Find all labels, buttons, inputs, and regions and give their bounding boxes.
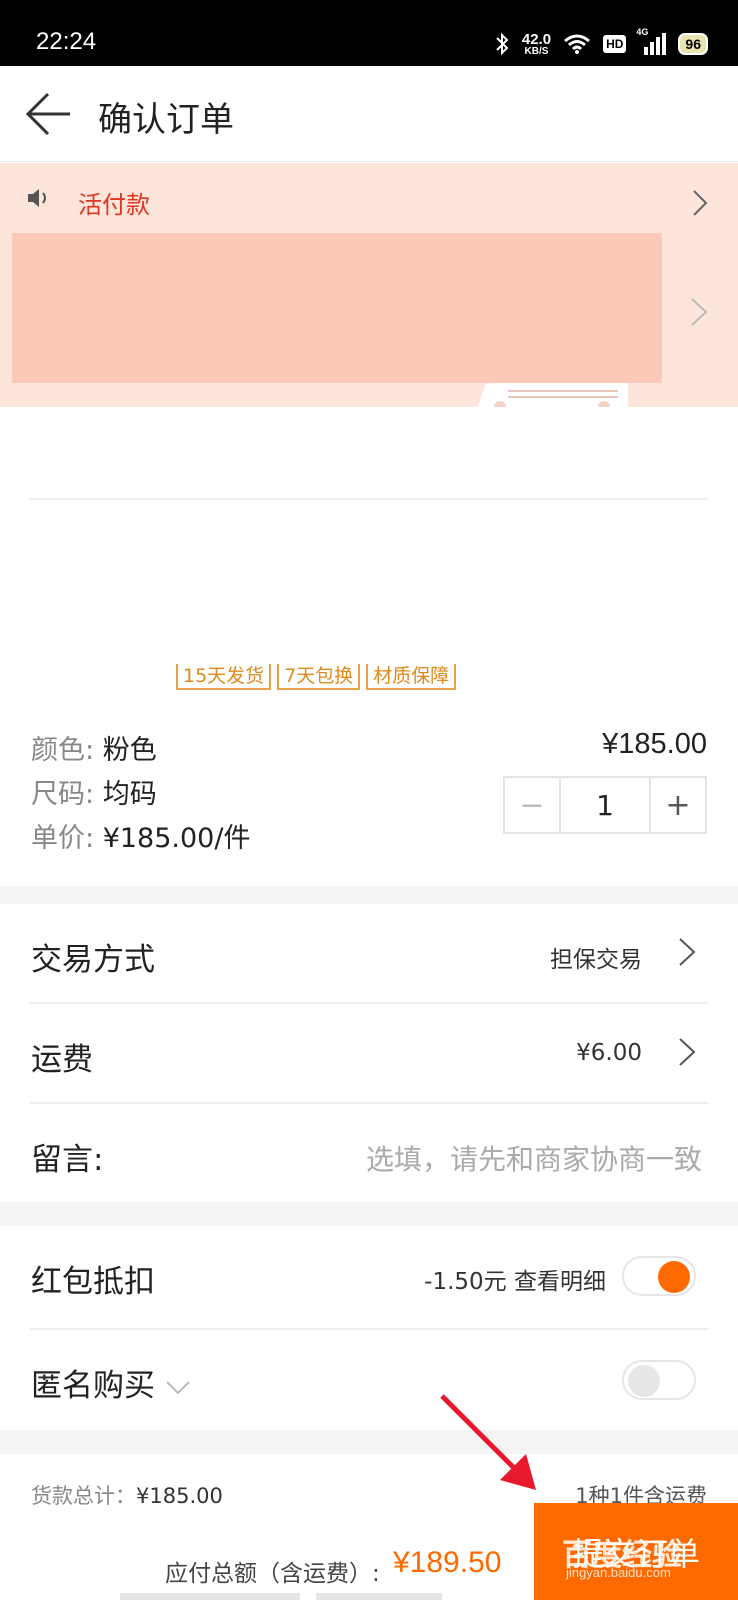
hd-badge: HD (603, 35, 627, 53)
tag-exchange: 7天包换 (277, 664, 361, 690)
battery-indicator: 96 (678, 33, 708, 55)
tag-shipping: 15天发货 (176, 664, 272, 690)
redpacket-toggle[interactable] (622, 1256, 696, 1296)
toggle-knob (658, 1261, 690, 1293)
shipping-value: ¥6.00 (576, 1040, 642, 1066)
divider (30, 498, 708, 500)
chevron-right-icon (679, 938, 696, 966)
promo-notice[interactable]: 活付款 (0, 163, 738, 233)
promo-text: 活付款 (78, 191, 150, 219)
note-input[interactable]: 选填，请先和商家协商一致 (366, 1138, 702, 1178)
van-illustration (478, 383, 628, 407)
redpacket-label: 红包抵扣 (31, 1264, 155, 1300)
shipping-label: 运费 (31, 1042, 93, 1078)
bluetooth-icon (496, 32, 509, 56)
redpacket-detail-link[interactable]: -1.50元 查看明细 (424, 1262, 606, 1296)
anonymous-toggle[interactable] (622, 1360, 696, 1400)
note-label: 留言: (31, 1142, 104, 1178)
tag-material: 材质保障 (366, 664, 457, 690)
toggle-knob (628, 1365, 660, 1397)
page-title: 确认订单 (98, 100, 234, 140)
shipping-row[interactable]: 运费 ¥6.00 (0, 1004, 738, 1102)
trade-method-row[interactable]: 交易方式 担保交易 (0, 904, 738, 1002)
trade-method-label: 交易方式 (31, 942, 155, 978)
back-button[interactable] (24, 90, 74, 138)
quantity-stepper: − 1 + (503, 776, 707, 834)
nav-handle (316, 1593, 442, 1600)
pay-total-label: 应付总额（含运费）: (165, 1561, 380, 1587)
wifi-icon (564, 34, 591, 54)
signal-icon: 4G (636, 27, 667, 55)
watermark-url: jingyan.baidu.com (566, 1565, 671, 1580)
trade-method-value: 担保交易 (550, 947, 642, 973)
goods-total: 货款总计：¥185.00 (31, 1484, 223, 1508)
net-speed: 42.0 KB/S (521, 30, 552, 57)
spec-unit-price: 单价: ¥185.00/件 (31, 823, 251, 854)
spec-color: 颜色: 粉色 (31, 735, 157, 766)
anonymous-label[interactable]: 匿名购买 (31, 1360, 191, 1405)
redpacket-row: 红包抵扣 -1.50元 查看明细 (0, 1226, 738, 1328)
status-time: 22:24 (36, 28, 97, 55)
chevron-down-icon (166, 1380, 190, 1394)
decrease-button[interactable]: − (505, 778, 561, 832)
quantity-value[interactable]: 1 (561, 778, 649, 832)
section-gap (0, 886, 738, 904)
pay-total-amount: ¥189.50 (393, 1546, 502, 1579)
section-gap (0, 1202, 738, 1226)
speaker-icon (28, 189, 46, 207)
annotation-arrow-icon (440, 1394, 536, 1490)
promo-banner: 活付款 (0, 163, 738, 407)
increase-button[interactable]: + (649, 778, 705, 832)
spec-size: 尺码: 均码 (31, 779, 157, 810)
note-row: 留言: 选填，请先和商家协商一致 (0, 1104, 738, 1202)
section-gap (0, 1430, 738, 1454)
app-header: 确认订单 (0, 66, 738, 162)
redacted-address[interactable] (12, 233, 662, 383)
status-icons: 42.0 KB/S HD 4G 96 (494, 27, 708, 60)
nav-handle (120, 1593, 300, 1600)
status-bar: 22:24 42.0 KB/S HD 4G 96 (0, 0, 738, 66)
chevron-right-icon (691, 298, 708, 326)
chevron-right-icon (679, 1038, 696, 1066)
anonymous-row: 匿名购买 (0, 1330, 738, 1430)
arrow-left-icon (25, 92, 70, 136)
service-tags: 15天发货 7天包换 材质保障 (176, 664, 457, 690)
product-price: ¥185.00 (602, 728, 707, 760)
chevron-right-icon (693, 190, 708, 216)
